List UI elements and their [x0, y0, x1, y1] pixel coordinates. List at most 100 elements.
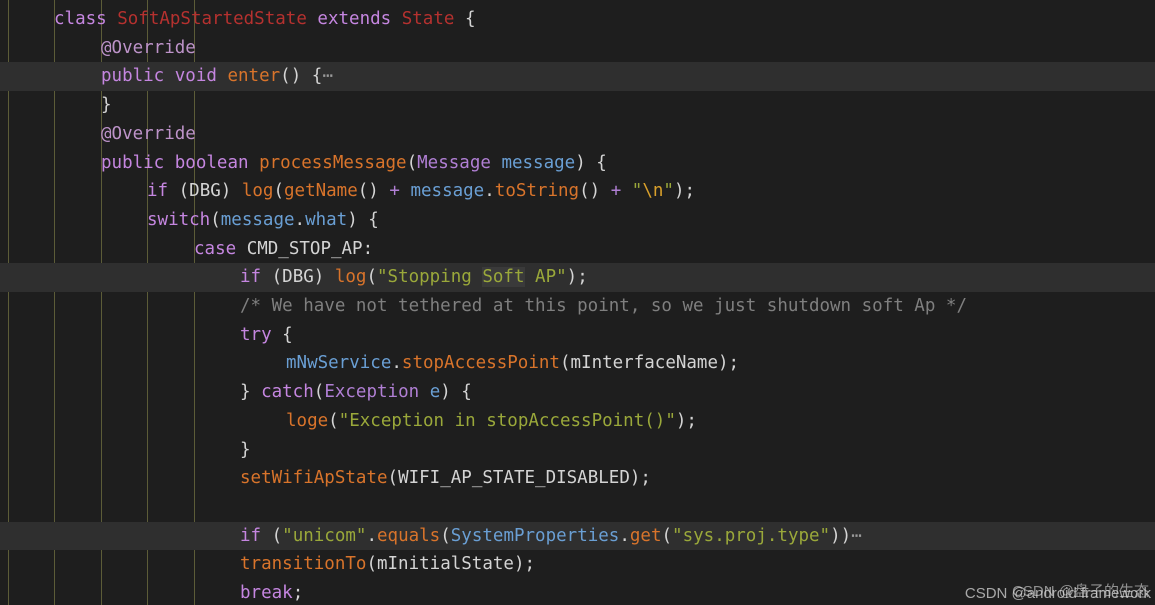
code-token: ( — [261, 267, 283, 288]
code-token: what — [305, 209, 348, 230]
code-line[interactable]: if (DBG) log(getName() + message.toStrin… — [0, 177, 1155, 206]
code-token: message — [220, 209, 295, 230]
code-line-content: if (DBG) log("Stopping Soft AP"); — [240, 263, 588, 292]
code-line-content: if (DBG) log(getName() + message.toStrin… — [147, 177, 695, 206]
code-token: WIFI_AP_STATE_DISABLED — [398, 468, 630, 489]
code-editor[interactable]: class SoftApStartedState extends State {… — [0, 0, 1155, 605]
code-token: if — [240, 267, 262, 288]
code-token: @Override — [101, 123, 196, 144]
code-line[interactable] — [0, 493, 1155, 522]
code-token: . — [366, 525, 377, 546]
code-line[interactable]: break; — [0, 579, 1155, 605]
code-line-content: transitionTo(mInitialState); — [240, 550, 535, 579]
code-line-content: /* We have not tethered at this point, s… — [240, 292, 967, 321]
code-token: ( — [406, 152, 418, 173]
code-token: { — [271, 324, 293, 345]
code-token: " — [631, 181, 643, 202]
code-token: loge — [286, 410, 329, 431]
code-line-content: public boolean processMessage(Message me… — [101, 149, 607, 178]
code-token: + — [389, 181, 400, 202]
code-line-content: switch(message.what) { — [147, 206, 379, 235]
code-token: message — [410, 181, 485, 202]
code-token: case — [194, 238, 237, 259]
code-line-content: @Override — [101, 34, 196, 63]
code-line-content: @Override — [101, 120, 196, 149]
code-line[interactable]: case CMD_STOP_AP: — [0, 235, 1155, 264]
code-token: ); — [718, 353, 740, 374]
code-line[interactable]: } — [0, 91, 1155, 120]
code-token: DBG — [189, 181, 221, 202]
code-token: { — [454, 9, 476, 29]
code-token: mNwService — [286, 353, 392, 374]
code-token: Message — [417, 152, 491, 173]
code-line[interactable]: } — [0, 436, 1155, 465]
code-line[interactable]: loge("Exception in stopAccessPoint()"); — [0, 407, 1155, 436]
code-line[interactable]: try { — [0, 321, 1155, 350]
code-line[interactable]: } catch(Exception e) { — [0, 378, 1155, 407]
code-line-content: } catch(Exception e) { — [240, 378, 472, 407]
code-line[interactable]: switch(message.what) { — [0, 206, 1155, 235]
code-line-content: break; — [240, 579, 303, 605]
code-line-content: mNwService.stopAccessPoint(mInterfaceNam… — [286, 349, 739, 378]
code-line-content: } — [101, 91, 112, 120]
code-token: Soft — [482, 267, 525, 288]
code-token: ( — [661, 525, 673, 546]
code-line[interactable]: @Override — [0, 120, 1155, 149]
code-line-content: if ("unicom".equals(SystemProperties.get… — [240, 522, 862, 551]
code-token: ( — [366, 267, 377, 288]
code-token: State — [401, 9, 455, 29]
code-token: boolean — [174, 152, 249, 173]
code-line[interactable]: if (DBG) log("Stopping Soft AP"); — [0, 263, 1155, 292]
code-token: class — [54, 9, 118, 29]
code-token: ) { — [440, 382, 472, 403]
code-token: mInitialState — [376, 554, 514, 575]
code-token: mInterfaceName — [570, 353, 719, 374]
code-token: processMessage — [259, 152, 407, 173]
code-line[interactable]: @Override — [0, 34, 1155, 63]
code-token: ) — [220, 181, 242, 202]
code-token: \n — [642, 181, 664, 202]
code-token: "Exception in stopAccessPoint()" — [338, 410, 676, 431]
code-token: SoftApStartedState — [117, 9, 307, 29]
code-token: log — [334, 267, 367, 288]
code-token: AP" — [524, 267, 567, 288]
code-token: ) — [313, 267, 335, 288]
code-token: break — [240, 583, 293, 603]
code-line[interactable]: transitionTo(mInitialState); — [0, 550, 1155, 579]
code-token: } — [240, 382, 262, 403]
code-token: () { — [280, 66, 323, 87]
code-line[interactable]: class SoftApStartedState extends State { — [0, 5, 1155, 34]
code-token: ) { — [347, 209, 379, 230]
code-token: ( — [328, 410, 339, 431]
code-token: " — [663, 181, 674, 202]
code-line[interactable]: mNwService.stopAccessPoint(mInterfaceNam… — [0, 349, 1155, 378]
code-surface[interactable]: class SoftApStartedState extends State {… — [0, 0, 1155, 605]
code-token: switch — [147, 209, 211, 230]
code-token: )) — [830, 525, 852, 546]
code-token: "sys.proj.type" — [672, 525, 831, 546]
code-line[interactable]: public boolean processMessage(Message me… — [0, 149, 1155, 178]
code-line-content: class SoftApStartedState extends State { — [54, 5, 476, 34]
code-token: try — [240, 324, 272, 345]
code-token: if — [147, 181, 169, 202]
code-token: enter — [227, 66, 281, 87]
code-line[interactable]: if ("unicom".equals(SystemProperties.get… — [0, 521, 1155, 551]
code-token: . — [294, 209, 306, 230]
code-token: ); — [675, 410, 697, 431]
code-token: : — [362, 238, 374, 259]
code-token: + — [610, 181, 622, 202]
code-line[interactable]: public void enter() {⋯ — [0, 62, 1155, 92]
code-line[interactable]: setWifiApState(WIFI_AP_STATE_DISABLED); — [0, 464, 1155, 493]
code-token: ( — [313, 382, 325, 403]
code-line-content: loge("Exception in stopAccessPoint()"); — [286, 407, 697, 436]
code-token: () — [357, 181, 390, 202]
code-token: extends — [317, 9, 392, 29]
code-line[interactable]: /* We have not tethered at this point, s… — [0, 292, 1155, 321]
code-token: . — [484, 181, 495, 202]
